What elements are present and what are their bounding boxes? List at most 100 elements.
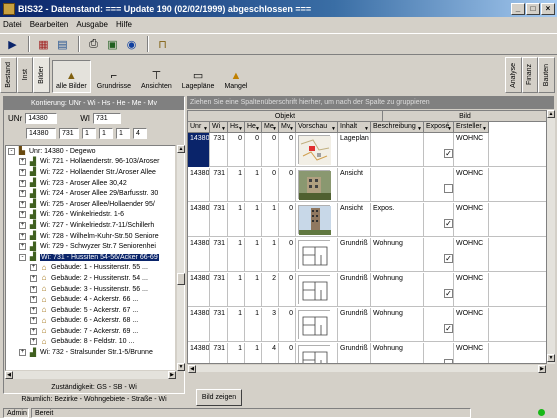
- tree-node[interactable]: + ⌂ Gebäude: 7 - Ackerstr. 69 ...: [6, 326, 175, 337]
- expand-icon[interactable]: +: [19, 200, 26, 208]
- menu-bearbeiten[interactable]: Bearbeiten: [30, 20, 69, 29]
- tree-node[interactable]: + ⌂ Gebäude: 6 - Ackerstr. 68 ...: [6, 316, 175, 327]
- expand-icon[interactable]: +: [19, 190, 26, 198]
- expose-checkbox[interactable]: ✓: [444, 289, 453, 298]
- tree-node[interactable]: - ▟ Wi: 731 - Hussiten 54-56/Acker 66-69: [6, 252, 175, 263]
- tree-node[interactable]: + ▟ Wi: 724 - Aroser Allee 29/Barfusstr. 3…: [6, 188, 175, 199]
- print-icon[interactable]: ⎙: [85, 36, 102, 53]
- tab-analyse[interactable]: Analyse: [504, 57, 522, 93]
- overview-icon[interactable]: ▦: [35, 36, 52, 53]
- expand-icon[interactable]: +: [19, 179, 26, 187]
- collapse-icon[interactable]: -: [19, 253, 26, 261]
- globe-icon[interactable]: ◉: [123, 36, 140, 53]
- tree-node[interactable]: + ⌂ Gebäude: 1 - Hussitenstr. 55 ...: [6, 263, 175, 274]
- expose-checkbox[interactable]: [444, 184, 453, 193]
- arrow-right-icon[interactable]: ▶: [4, 36, 21, 53]
- table-row[interactable]: 14380 731 0 0 0 0 Lageplan ✓ WOHNC: [188, 133, 546, 167]
- expand-icon[interactable]: +: [19, 221, 26, 229]
- menu-hilfe[interactable]: Hilfe: [116, 20, 132, 29]
- filter-dropdown-icon[interactable]: ▼: [221, 124, 226, 132]
- expand-icon[interactable]: +: [19, 232, 26, 240]
- tree-vertical-scrollbar[interactable]: ▲ ▼: [176, 145, 185, 371]
- tab-bilder[interactable]: Bilder: [33, 57, 51, 93]
- column-header-inhalt[interactable]: Inhalt ▼: [338, 122, 371, 133]
- tree-node[interactable]: + ⌂ Gebäude: 8 - Feldstr. 10 ...: [6, 337, 175, 348]
- ansichten-button[interactable]: ⊤ Ansichten: [137, 60, 176, 93]
- tab-finanz[interactable]: Finanz: [521, 57, 539, 93]
- filter-dropdown-icon[interactable]: ▼: [447, 124, 452, 132]
- table-row[interactable]: 14380 731 1 1 4 0 Grundriß Wohnung WOHNC: [188, 343, 546, 363]
- tree-node[interactable]: + ▟ Wi: 721 - Hollaenderstr. 96-103/Aroser: [6, 157, 175, 168]
- filter-dropdown-icon[interactable]: ▼: [364, 124, 369, 132]
- tree-node[interactable]: + ⌂ Gebäude: 3 - Hussitenstr. 56 ...: [6, 284, 175, 295]
- expand-icon[interactable]: +: [19, 243, 26, 251]
- column-header-mv[interactable]: Mv ▼: [279, 122, 296, 133]
- grundrisse-button[interactable]: ⌐ Grundrisse: [93, 60, 135, 93]
- tree-node[interactable]: + ▟ Wi: 729 - Schwyzer Str.7 Seniorenhei: [6, 241, 175, 252]
- scroll-up-arrow[interactable]: ▲: [177, 145, 185, 153]
- preview-thumbnail[interactable]: [298, 275, 331, 305]
- table-row[interactable]: 14380 731 1 1 0 0 Ansicht WOHNC: [188, 168, 546, 202]
- grid-icon[interactable]: ▣: [104, 36, 121, 53]
- grid-vertical-scrollbar[interactable]: ▲ ▼: [547, 110, 555, 364]
- tree-node[interactable]: + ▟ Wi: 725 - Aroser Allee/Hollaender 95/: [6, 199, 175, 210]
- expand-icon[interactable]: +: [19, 158, 26, 166]
- group-by-hint[interactable]: Ziehen Sie eine Spaltenüberschrift hierh…: [187, 96, 554, 109]
- expand-icon[interactable]: +: [30, 306, 37, 314]
- cell-thumb[interactable]: [296, 133, 338, 167]
- filter-dropdown-icon[interactable]: ▼: [331, 124, 336, 132]
- grid-scroll-up-arrow[interactable]: ▲: [547, 110, 555, 118]
- column-header-me[interactable]: Me ▼: [262, 122, 279, 133]
- collapse-icon[interactable]: -: [8, 147, 15, 155]
- tab-bestand[interactable]: Bestand: [0, 57, 17, 93]
- alle-bilder-button[interactable]: ▲ alle Bilder: [52, 60, 91, 93]
- preview-thumbnail[interactable]: [298, 170, 331, 200]
- filter-dropdown-icon[interactable]: ▼: [289, 124, 294, 132]
- cell-thumb[interactable]: [296, 308, 338, 342]
- grid-scroll-left-arrow[interactable]: ◀: [188, 365, 196, 373]
- unr-input[interactable]: 14380: [25, 113, 58, 124]
- cell-thumb[interactable]: [296, 203, 338, 237]
- minimize-button[interactable]: _: [511, 2, 525, 15]
- tree-node[interactable]: + ▟ Wi: 722 - Hollaender Str./Aroser Allee: [6, 167, 175, 178]
- filter-dropdown-icon[interactable]: ▼: [417, 124, 422, 132]
- filter-dropdown-icon[interactable]: ▼: [482, 124, 487, 132]
- cell-thumb[interactable]: [296, 168, 338, 202]
- tree-node[interactable]: - ▙ Unr: 14380 - Degewo: [6, 146, 175, 157]
- tab-bauten[interactable]: Bauten: [538, 57, 555, 93]
- expand-icon[interactable]: +: [19, 349, 26, 357]
- exit-icon[interactable]: ⊓: [154, 36, 171, 53]
- preview-thumbnail[interactable]: [298, 240, 331, 270]
- kont-unr-field[interactable]: 14380: [26, 128, 56, 139]
- menu-datei[interactable]: Datei: [3, 20, 22, 29]
- close-button[interactable]: ×: [541, 2, 555, 15]
- expand-icon[interactable]: +: [30, 264, 37, 272]
- tree-node[interactable]: + ▟ Wi: 726 - Winkelriedstr. 1-6: [6, 210, 175, 221]
- tree-node[interactable]: + ▟ Wi: 723 - Aroser Allee 30,42: [6, 178, 175, 189]
- expose-checkbox[interactable]: ✓: [444, 219, 453, 228]
- tree-node[interactable]: + ⌂ Gebäude: 4 - Ackerstr. 66 ...: [6, 294, 175, 305]
- tree-node[interactable]: + ▟ Wi: 727 - Winkelriedstr.7-11/Schillerh: [6, 220, 175, 231]
- lageplaene-button[interactable]: ▭ Lagepläne: [178, 60, 219, 93]
- expand-icon[interactable]: +: [30, 285, 37, 293]
- grid-horizontal-scrollbar[interactable]: ◀ ▶: [187, 364, 547, 373]
- cell-thumb[interactable]: [296, 273, 338, 307]
- expose-checkbox[interactable]: ✓: [444, 254, 453, 263]
- column-header-beschreibung[interactable]: Beschreibung ▼: [371, 122, 424, 133]
- menu-ausgabe[interactable]: Ausgabe: [76, 20, 108, 29]
- kont-me-field[interactable]: 1: [116, 128, 130, 139]
- table-row[interactable]: 14380 731 1 1 3 0 Grundriß Wohnung ✓ WOHNC: [188, 308, 546, 342]
- filter-dropdown-icon[interactable]: ▼: [255, 124, 260, 132]
- tree-horizontal-scrollbar[interactable]: ◀ ▶: [5, 371, 176, 379]
- wi-input[interactable]: 731: [93, 113, 121, 124]
- table-row[interactable]: 14380 731 1 1 1 0 Grundriß Wohnung ✓ WOHNC: [188, 238, 546, 272]
- kont-hs-field[interactable]: 1: [82, 128, 96, 139]
- preview-thumbnail[interactable]: [298, 345, 331, 363]
- column-header-unr[interactable]: Unr ▼: [188, 122, 210, 133]
- scroll-left-arrow[interactable]: ◀: [5, 371, 13, 379]
- bild-zeigen-button[interactable]: Bild zeigen: [196, 389, 242, 406]
- tree-node[interactable]: + ⌂ Gebäude: 2 - Hussitenstr. 54 ...: [6, 273, 175, 284]
- filter-dropdown-icon[interactable]: ▼: [272, 124, 277, 132]
- preview-thumbnail[interactable]: [298, 205, 331, 235]
- tree-node[interactable]: + ▟ Wi: 728 - Wilhelm-Kuhr-Str.50 Seniore: [6, 231, 175, 242]
